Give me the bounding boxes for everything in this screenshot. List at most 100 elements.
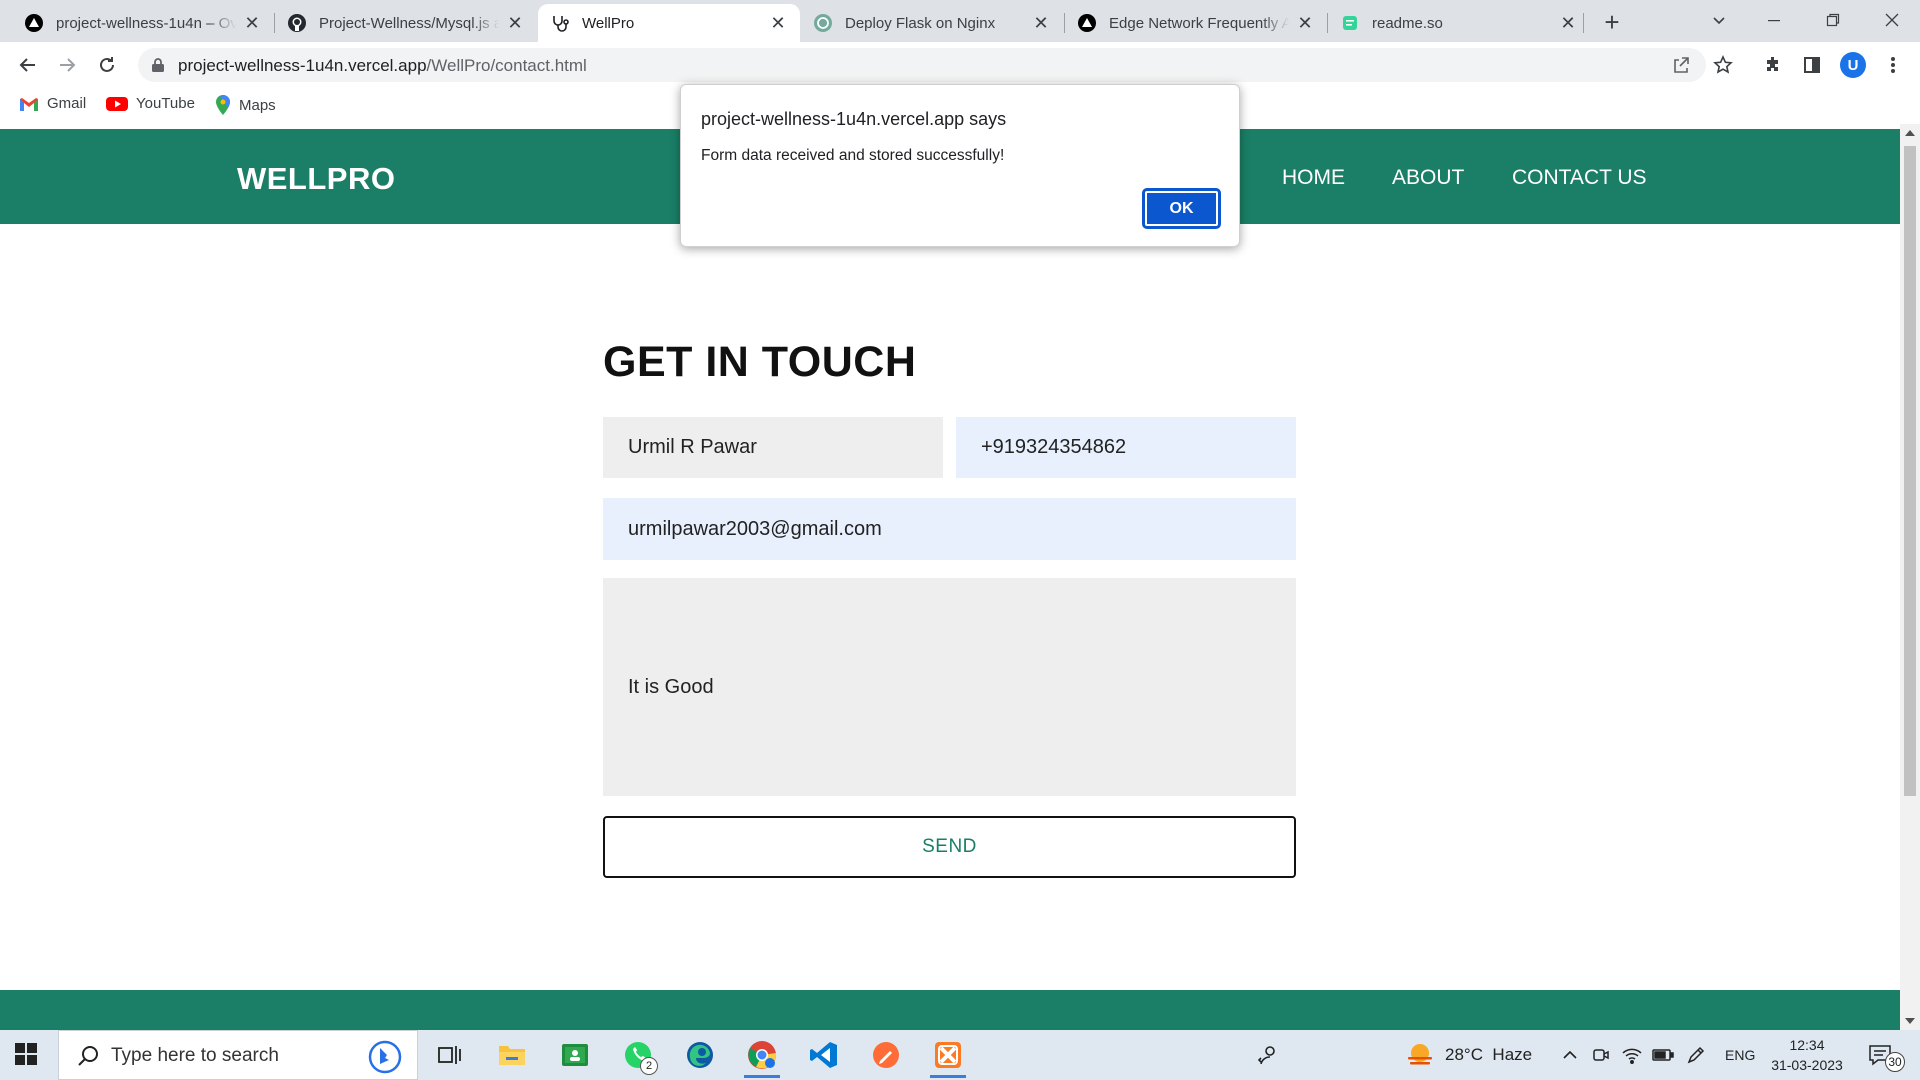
url-host: project-wellness-1u4n.vercel.app: [178, 56, 427, 75]
postman-icon[interactable]: [860, 1030, 912, 1080]
new-tab-button[interactable]: +: [1597, 7, 1627, 37]
youtube-icon: [106, 96, 128, 112]
address-bar[interactable]: project-wellness-1u4n.vercel.app/WellPro…: [138, 48, 1706, 82]
close-window-button[interactable]: [1872, 0, 1912, 40]
ok-button[interactable]: OK: [1142, 188, 1221, 229]
close-tab-icon[interactable]: ✕: [1558, 13, 1578, 33]
send-button[interactable]: SEND: [603, 816, 1296, 878]
bookmark-maps[interactable]: Maps: [215, 95, 276, 115]
github-icon: [287, 13, 307, 33]
nav-home[interactable]: HOME: [1282, 166, 1345, 190]
search-placeholder: Type here to search: [111, 1045, 279, 1066]
wifi-icon[interactable]: [1622, 1030, 1642, 1080]
tab-vercel-overview[interactable]: project-wellness-1u4n – Ov ✕: [12, 4, 274, 42]
dialog-title: project-wellness-1u4n.vercel.app says: [701, 109, 1007, 129]
profile-avatar[interactable]: U: [1838, 50, 1868, 80]
vscode-icon[interactable]: [798, 1030, 850, 1080]
weather-text: 28°C Haze: [1445, 1045, 1533, 1064]
url-text: project-wellness-1u4n.vercel.app/WellPro…: [178, 56, 587, 76]
page-scrollbar[interactable]: [1900, 124, 1920, 1030]
bookmark-label: YouTube: [136, 95, 195, 112]
site-brand[interactable]: WELLPRO: [237, 161, 396, 197]
bookmark-label: Gmail: [47, 95, 87, 112]
alert-dialog: project-wellness-1u4n.vercel.app says Fo…: [680, 84, 1240, 247]
tab-edge-network[interactable]: Edge Network Frequently A ✕: [1065, 4, 1327, 42]
tab-deploy-flask[interactable]: Deploy Flask on Nginx ✕: [801, 4, 1063, 42]
system-clock[interactable]: 12:34 31-03-2023: [1762, 1035, 1852, 1075]
clock-date: 31-03-2023: [1771, 1057, 1843, 1073]
pen-icon[interactable]: [1686, 1030, 1706, 1080]
tab-wellpro[interactable]: WellPro ✕: [538, 4, 800, 42]
bookmark-gmail[interactable]: Gmail: [19, 95, 86, 112]
people-icon[interactable]: [1242, 1030, 1294, 1080]
site-footer: [0, 990, 1900, 1030]
chrome-icon[interactable]: [736, 1030, 788, 1080]
tab-readme[interactable]: readme.so ✕: [1328, 4, 1590, 42]
language-indicator[interactable]: ENG: [1725, 1030, 1755, 1080]
web-page: WELLPRO HOME ABOUT CONTACT US GET IN TOU…: [0, 124, 1900, 1030]
windows-taskbar: Type here to search 2 28°C Haze ENG 12:3…: [0, 1030, 1920, 1080]
side-panel-icon[interactable]: [1797, 50, 1827, 80]
close-tab-icon[interactable]: ✕: [1295, 13, 1315, 33]
close-tab-icon[interactable]: ✕: [1031, 13, 1051, 33]
weather-widget[interactable]: 28°C Haze: [1405, 1030, 1532, 1080]
message-field[interactable]: It is Good: [603, 578, 1296, 796]
extensions-icon[interactable]: [1758, 50, 1788, 80]
tab-title: Deploy Flask on Nginx: [845, 14, 996, 32]
lock-icon[interactable]: [151, 57, 165, 78]
close-tab-icon[interactable]: ✕: [505, 13, 525, 33]
whatsapp-badge: 2: [640, 1057, 658, 1075]
nav-about[interactable]: ABOUT: [1392, 166, 1464, 190]
vercel-icon: [1077, 13, 1097, 33]
tab-github[interactable]: Project-Wellness/Mysql.js a ✕: [275, 4, 537, 42]
stethoscope-icon: [550, 13, 570, 33]
back-button[interactable]: [12, 49, 44, 81]
menu-dots-icon[interactable]: [1878, 50, 1908, 80]
tab-title: readme.so: [1372, 14, 1443, 32]
scroll-down-icon[interactable]: [1905, 1018, 1915, 1024]
whatsapp-icon[interactable]: 2: [612, 1030, 664, 1080]
windows-start-icon[interactable]: [14, 1042, 38, 1071]
close-tab-icon[interactable]: ✕: [242, 13, 262, 33]
forward-button[interactable]: [51, 49, 83, 81]
taskbar-search-box[interactable]: Type here to search: [58, 1030, 418, 1080]
classroom-icon[interactable]: [549, 1030, 601, 1080]
share-icon[interactable]: [1666, 50, 1696, 80]
bing-icon[interactable]: [367, 1040, 403, 1079]
gmail-icon: [19, 96, 39, 112]
minimize-button[interactable]: [1754, 0, 1794, 40]
tab-strip: project-wellness-1u4n – Ov ✕ Project-Wel…: [0, 0, 1920, 42]
name-field[interactable]: Urmil R Pawar: [603, 417, 943, 478]
vercel-icon: [24, 13, 44, 33]
search-icon: [77, 1045, 99, 1072]
readme-icon: [1340, 13, 1360, 33]
edge-icon[interactable]: [674, 1030, 726, 1080]
task-view-icon[interactable]: [424, 1030, 476, 1080]
scroll-up-icon[interactable]: [1905, 130, 1915, 136]
tab-search-icon[interactable]: [1699, 0, 1739, 40]
reload-button[interactable]: [91, 49, 123, 81]
weather-sun-icon: [1405, 1042, 1435, 1068]
battery-icon[interactable]: [1652, 1030, 1674, 1080]
show-hidden-icons[interactable]: [1562, 1030, 1578, 1080]
url-path: /WellPro/contact.html: [426, 56, 587, 75]
openai-icon: [813, 13, 833, 33]
page-title: GET IN TOUCH: [603, 338, 917, 386]
bookmark-youtube[interactable]: YouTube: [106, 95, 195, 112]
dialog-message: Form data received and stored successful…: [701, 147, 1005, 164]
file-explorer-icon[interactable]: [486, 1030, 538, 1080]
xampp-icon[interactable]: [922, 1030, 974, 1080]
browser-toolbar: project-wellness-1u4n.vercel.app/WellPro…: [0, 42, 1920, 88]
email-field[interactable]: urmilpawar2003@gmail.com: [603, 498, 1296, 560]
nav-contact-us[interactable]: CONTACT US: [1512, 166, 1647, 190]
scrollbar-thumb[interactable]: [1904, 146, 1916, 796]
clock-time: 12:34: [1789, 1037, 1825, 1053]
restore-button[interactable]: [1813, 0, 1853, 40]
tab-separator: [1583, 13, 1584, 33]
phone-field[interactable]: +919324354862: [956, 417, 1296, 478]
bookmark-star-icon[interactable]: [1708, 50, 1738, 80]
tab-title: WellPro: [582, 14, 635, 32]
notification-count: 30: [1885, 1052, 1905, 1072]
close-tab-icon[interactable]: ✕: [768, 13, 788, 33]
meet-now-icon[interactable]: [1592, 1030, 1610, 1080]
